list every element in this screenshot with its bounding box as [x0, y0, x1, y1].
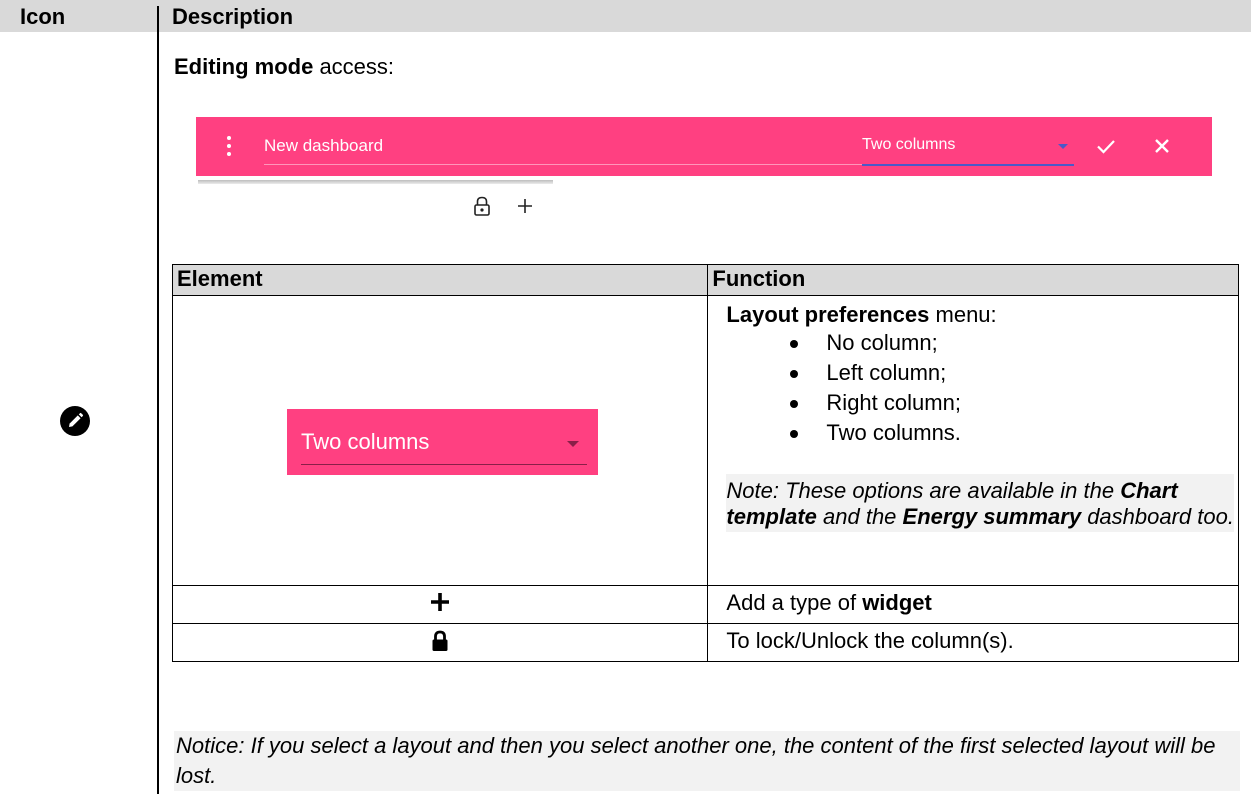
- layout-preferences-bold: Layout preferences: [726, 302, 930, 327]
- layout-note: Note: These options are available in the…: [726, 474, 1234, 532]
- note-text: and the: [816, 504, 903, 529]
- plus-icon: [431, 593, 450, 611]
- list-item: Right column;: [708, 388, 1238, 418]
- header-icon-col: Icon: [20, 4, 66, 29]
- toolbar-shadow: [198, 180, 553, 184]
- lock-icon[interactable]: [472, 195, 492, 217]
- col-element-header: Element: [171, 264, 709, 296]
- note-text: Note: These options are available in the: [726, 478, 1121, 503]
- more-vert-icon[interactable]: [226, 136, 232, 158]
- table-row: Two columns Layout preferences menu: No …: [171, 295, 1239, 586]
- close-icon[interactable]: [1150, 134, 1174, 158]
- list-item: No column;: [708, 328, 1238, 358]
- dashboard-name-underline: [264, 164, 862, 165]
- editing-mode-heading: Editing mode access:: [174, 54, 394, 80]
- layout-preferences-rest: menu:: [929, 302, 997, 327]
- lock-icon: [432, 630, 448, 651]
- layout-function-cell: Layout preferences menu: No column; Left…: [707, 295, 1239, 586]
- layout-dropdown-sample: Two columns: [287, 409, 598, 475]
- column-divider: [157, 6, 159, 794]
- dashboard-name-input[interactable]: New dashboard: [264, 136, 383, 156]
- table-row: To lock/Unlock the column(s).: [171, 623, 1239, 662]
- editing-mode-bold: Editing mode: [174, 54, 314, 79]
- editing-mode-rest: access:: [313, 54, 395, 79]
- layout-options-list: No column; Left column; Right column; Tw…: [708, 328, 1238, 448]
- add-widget-text: Add a type of: [726, 590, 863, 615]
- add-function-cell: Add a type of widget: [707, 585, 1239, 624]
- layout-element-cell: Two columns: [171, 295, 709, 586]
- element-function-table: Element Function Two columns Layout pref…: [171, 264, 1239, 662]
- dashboard-edit-toolbar: New dashboard Two columns: [196, 117, 1212, 176]
- edit-pencil-icon: [60, 406, 90, 436]
- layout-select-underline: [862, 164, 1074, 166]
- chevron-down-icon: [567, 441, 579, 447]
- layout-dropdown-value: Two columns: [301, 429, 430, 454]
- plus-icon[interactable]: [516, 197, 534, 215]
- chevron-down-icon[interactable]: [1058, 144, 1068, 149]
- layout-preferences-title: Layout preferences menu:: [708, 296, 1238, 328]
- layout-select[interactable]: Two columns: [862, 136, 955, 154]
- note-energy-summary: Energy summary: [902, 504, 1082, 529]
- add-element-cell: [171, 585, 709, 624]
- notice-text: Notice: If you select a layout and then …: [174, 731, 1240, 791]
- table-row: Add a type of widget: [171, 585, 1239, 624]
- header-description-col: Description: [172, 4, 294, 29]
- note-text: dashboard too.: [1081, 504, 1234, 529]
- list-item: Two columns.: [708, 418, 1238, 448]
- dropdown-underline: [301, 464, 587, 465]
- lock-element-cell: [171, 623, 709, 662]
- check-icon[interactable]: [1094, 134, 1118, 158]
- list-item: Left column;: [708, 358, 1238, 388]
- col-function-header: Function: [707, 264, 1239, 296]
- add-widget-bold: widget: [862, 590, 932, 615]
- table-header: Icon Description: [0, 0, 1251, 32]
- lock-function-cell: To lock/Unlock the column(s).: [707, 623, 1239, 662]
